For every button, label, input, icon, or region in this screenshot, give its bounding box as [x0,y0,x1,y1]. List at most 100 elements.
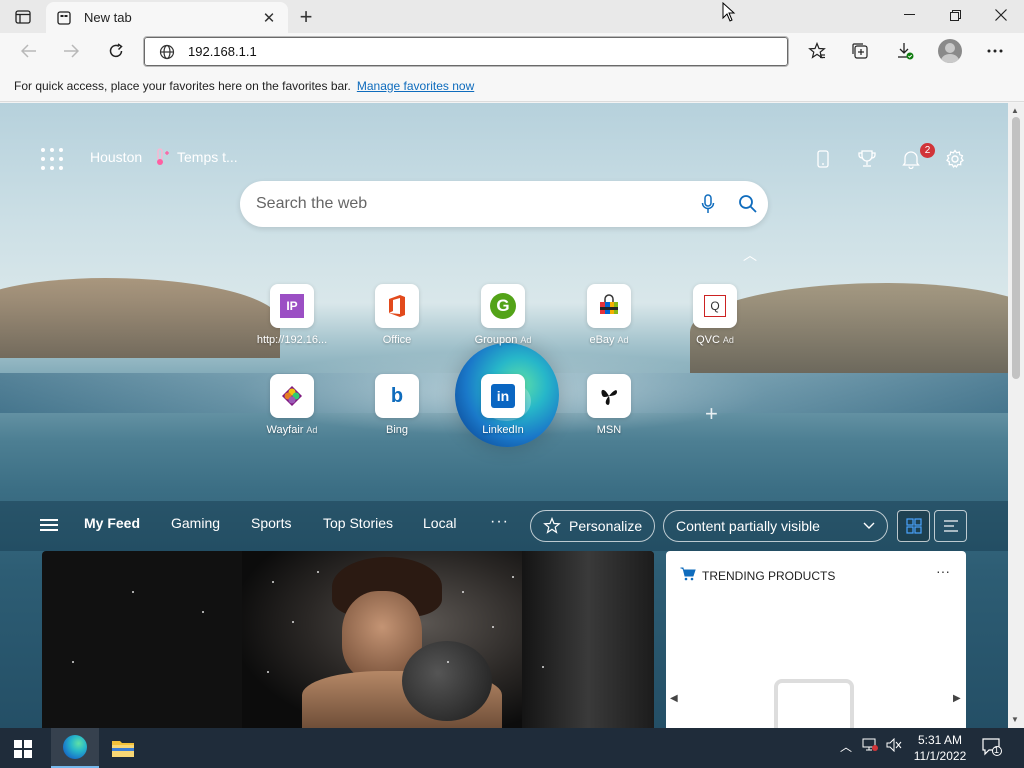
quick-link-qvc[interactable]: Q QVC Ad [665,284,765,346]
quick-link-groupon[interactable]: G Groupon Ad [453,284,553,346]
app-launcher-icon[interactable] [41,148,63,170]
search-icon[interactable] [728,181,768,227]
chevron-down-icon [863,522,875,530]
web-search-box[interactable]: Search the web [240,181,768,227]
msn-butterfly-icon [587,374,631,418]
weather-city[interactable]: Houston [90,149,142,165]
profile-avatar[interactable] [938,39,962,63]
feed-navigation-bar: My Feed Gaming Sports Top Stories Local … [0,501,1008,551]
system-clock[interactable]: 5:31 AM 11/1/2022 [905,732,975,764]
tab-actions-icon[interactable] [10,6,36,28]
restore-button[interactable] [932,0,978,30]
mobile-icon[interactable] [811,147,835,171]
page-settings-gear-icon[interactable] [943,147,967,171]
collections-button[interactable] [845,37,875,65]
action-center-count: 1 [994,745,1000,755]
bing-icon: b [375,374,419,418]
background-hill-left [0,278,280,358]
quick-link-ebay[interactable]: eBay Ad [559,284,659,346]
wayfair-icon [270,374,314,418]
tab-title: New tab [84,10,132,25]
edge-taskbar-icon[interactable] [51,728,99,768]
menu-icon[interactable] [40,519,58,531]
shopping-cart-icon [680,567,696,584]
scroll-up-arrow-icon[interactable]: ▲ [1011,106,1019,115]
clock-date: 11/1/2022 [913,749,967,763]
groupon-icon: G [481,284,525,328]
minimize-button[interactable] [886,0,932,30]
trending-title: TRENDING PRODUCTS [702,568,836,583]
favorites-bar: For quick access, place your favorites h… [0,70,1024,102]
show-hidden-icons-chevron-up-icon[interactable]: ︿ [840,738,852,755]
office-icon [375,284,419,328]
carousel-next-icon[interactable]: ▶ [953,693,961,704]
title-bar: New tab ✕ + [0,0,1024,33]
tab-my-feed[interactable]: My Feed [84,515,140,531]
browser-tab[interactable]: New tab ✕ [46,2,288,33]
search-placeholder: Search the web [256,195,368,212]
thermometer-icon [154,148,170,166]
list-layout-button[interactable] [934,510,967,542]
notification-badge: 2 [920,143,935,158]
microphone-icon[interactable] [688,181,728,227]
tab-top-stories[interactable]: Top Stories [323,515,393,531]
ebay-bag-icon [587,284,631,328]
hero-news-card[interactable] [42,551,654,728]
refresh-button[interactable] [101,37,131,65]
quick-link-ip[interactable]: IP http://192.16... [242,284,342,346]
grid-layout-button[interactable] [897,510,930,542]
quick-link-office[interactable]: Office [347,284,447,346]
browser-toolbar: 192.168.1.1 [0,33,1024,70]
image-placeholder-icon [774,679,854,728]
clock-time: 5:31 AM [917,733,963,747]
start-button[interactable] [14,740,32,758]
mouse-cursor [722,1,736,22]
manage-favorites-link[interactable]: Manage favorites now [357,79,474,93]
close-tab-icon[interactable]: ✕ [260,9,278,27]
personalize-button[interactable]: Personalize [530,510,655,542]
quick-link-bing[interactable]: b Bing [347,374,447,436]
content-visibility-dropdown[interactable]: Content partially visible [663,510,888,542]
quick-link-msn[interactable]: MSN [559,374,659,436]
page-scrollbar[interactable]: ▲ ▼ [1008,103,1024,728]
collapse-chevron-up-icon[interactable]: ︿ [743,245,757,265]
ip-tile-icon: IP [270,284,314,328]
weather-temp[interactable]: Temps t... [177,149,238,165]
tab-local[interactable]: Local [423,515,456,531]
forward-button[interactable] [56,37,86,65]
content-visibility-label: Content partially visible [676,518,820,534]
network-icon[interactable] [862,738,878,755]
tab-sports[interactable]: Sports [251,515,291,531]
new-tab-page: Houston Temps t... 2 Search the web ︿ IP… [0,103,1008,728]
more-tabs-button[interactable]: ··· [490,513,509,531]
new-tab-button[interactable]: + [292,4,320,30]
favorites-bar-message: For quick access, place your favorites h… [14,78,351,93]
personalize-star-icon [543,517,561,535]
quick-link-wayfair[interactable]: Wayfair Ad [242,374,342,436]
tab-gaming[interactable]: Gaming [171,515,220,531]
address-url: 192.168.1.1 [188,44,257,59]
personalize-label: Personalize [569,518,643,534]
qvc-icon: Q [693,284,737,328]
globe-icon [158,43,176,61]
scroll-down-arrow-icon[interactable]: ▼ [1011,715,1019,724]
add-quick-link-button[interactable]: + [705,401,718,427]
linkedin-icon: in [481,374,525,418]
downloads-button[interactable] [890,37,920,65]
file-explorer-icon[interactable] [99,728,147,768]
carousel-prev-icon[interactable]: ◀ [670,693,678,704]
action-center-icon[interactable]: 1 [982,738,1002,756]
windows-taskbar: ︿ 5:31 AM 11/1/2022 1 [0,728,1024,768]
new-tab-favicon-icon [56,10,72,26]
favorites-button[interactable] [802,37,832,65]
close-window-button[interactable] [978,0,1024,30]
scrollbar-thumb[interactable] [1012,117,1020,379]
card-more-icon[interactable]: ··· [936,563,950,579]
trending-products-card[interactable]: TRENDING PRODUCTS ··· ◀ ▶ [666,551,966,728]
back-button[interactable] [14,37,44,65]
settings-more-button[interactable] [980,37,1010,65]
quick-link-linkedin[interactable]: in LinkedIn [453,374,553,436]
rewards-trophy-icon[interactable] [855,147,879,171]
volume-icon[interactable] [886,737,902,755]
address-bar[interactable]: 192.168.1.1 [143,36,789,67]
